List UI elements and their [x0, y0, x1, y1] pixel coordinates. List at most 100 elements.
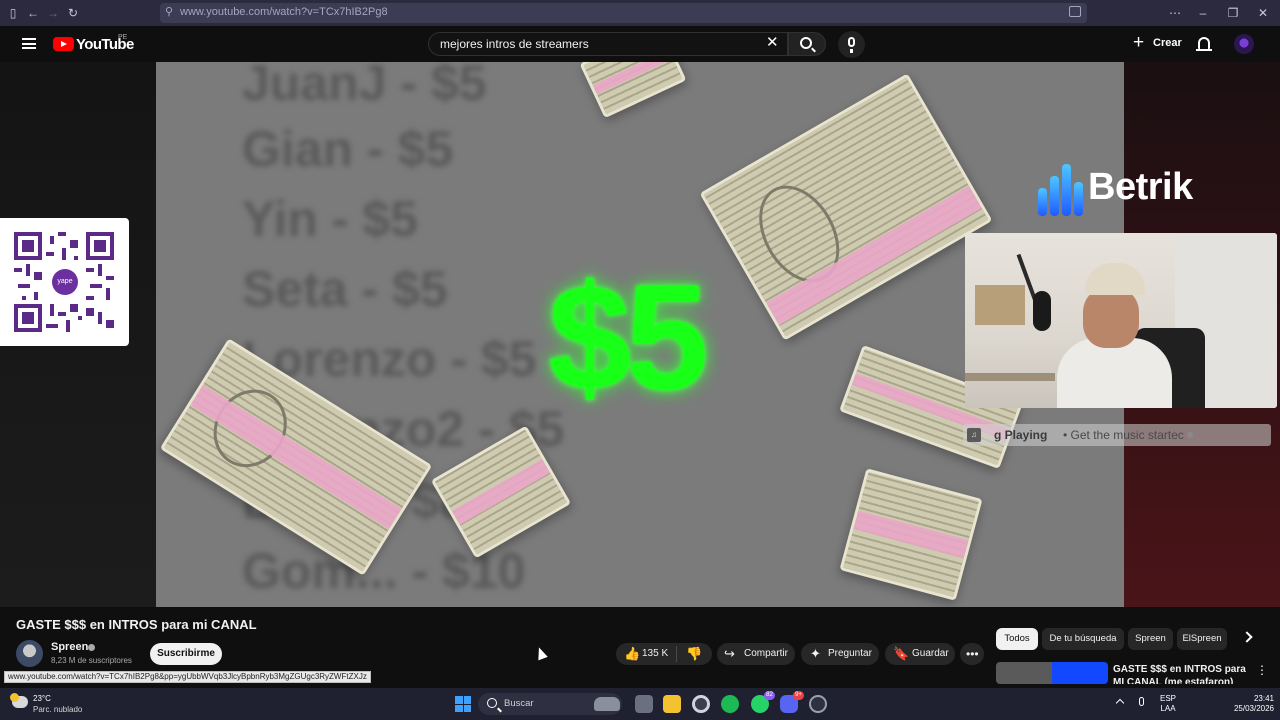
file-explorer-icon[interactable]: [663, 695, 681, 713]
clear-search-icon[interactable]: ✕: [766, 35, 779, 51]
language-indicator[interactable]: ESP LAA: [1160, 694, 1176, 714]
address-bar[interactable]: ⚲ www.youtube.com/watch?v=TCx7hIB2Pg8: [160, 3, 1087, 23]
channel-name[interactable]: Spreen: [51, 641, 88, 653]
country-code: PE: [118, 34, 128, 41]
windows-logo-pane: [463, 704, 471, 712]
streamer-face: [1083, 288, 1139, 348]
chevron-right-icon[interactable]: [1241, 631, 1253, 643]
menu-icon[interactable]: [22, 38, 36, 49]
date: 25/03/2026: [1233, 704, 1274, 713]
windows-logo-pane: [463, 696, 471, 704]
ask-button[interactable]: ✦ Preguntar: [801, 643, 879, 665]
subscriber-count: 8,23 M de suscriptores: [51, 656, 132, 665]
now-playing-widget: ♫ g Playing • Get the music startec: [963, 424, 1271, 446]
taskbar-search-label: Buscar: [504, 698, 534, 709]
taskbar: 23°C Parc. nublado Buscar 82 9+ ESP LAA …: [0, 688, 1280, 720]
video-title: GASTE $$$ en INTROS para mi CANAL: [16, 617, 257, 632]
chip-from-search[interactable]: De tu búsqueda: [1042, 628, 1124, 650]
subscribe-button[interactable]: Suscribirme: [150, 643, 222, 665]
youtube-header: YouTube PE mejores intros de streamers ✕…: [0, 26, 1280, 62]
forward-icon[interactable]: →: [44, 4, 62, 22]
keyboard-layout: LAA: [1160, 704, 1176, 713]
sponsor-name: Betrik: [1088, 166, 1193, 208]
yape-logo: yape: [52, 269, 78, 295]
discord-icon[interactable]: 9+: [780, 691, 804, 713]
recommendation-menu-icon[interactable]: ⋮: [1256, 664, 1268, 676]
status-dot-icon: [1187, 432, 1193, 438]
task-view-icon[interactable]: [635, 695, 653, 713]
recommendation-title[interactable]: GASTE $$$ en INTROS para MI CANAL (me es…: [1113, 663, 1248, 684]
more-actions-button[interactable]: •••: [960, 643, 984, 665]
taskbar-search[interactable]: Buscar: [478, 693, 622, 715]
back-icon[interactable]: ←: [24, 4, 42, 22]
donation-qr-card: yape: [0, 218, 129, 346]
like-count[interactable]: 135 K: [642, 643, 668, 665]
blurred-list-line: Seta - $5: [242, 261, 448, 317]
search-icon: [800, 37, 812, 49]
mouse-cursor: [534, 645, 548, 661]
browser-toolbar: ▯ ← → ↻ ⚲ www.youtube.com/watch?v=TCx7hI…: [0, 0, 1280, 26]
chip-spreen[interactable]: Spreen: [1128, 628, 1173, 650]
ask-label: Preguntar: [828, 648, 872, 659]
microphone-stand: [850, 49, 853, 53]
streamer-shirt: [1057, 338, 1172, 408]
video-player[interactable]: JuanJ - $5 Gian - $5 Yin - $5 Seta - $5 …: [0, 62, 1280, 607]
sidebar-toggle-icon[interactable]: ▯: [4, 4, 22, 22]
streamer-cap: [1085, 263, 1145, 295]
money-stack-image: [699, 73, 993, 341]
sponsor-logo-bar: [1050, 176, 1059, 216]
search-query: mejores intros de streamers: [440, 37, 589, 51]
account-avatar[interactable]: [1234, 34, 1254, 54]
weather-icon[interactable]: [10, 693, 28, 708]
spotify-icon[interactable]: [721, 695, 739, 713]
close-window-icon[interactable]: ✕: [1254, 4, 1272, 22]
whatsapp-badge: 82: [764, 691, 775, 700]
restore-icon[interactable]: ❐: [1224, 4, 1242, 22]
now-playing-subtitle-text: Get the music startec: [1070, 428, 1184, 442]
microphone-icon[interactable]: [1139, 697, 1144, 706]
dislike-button[interactable]: 👎: [686, 643, 702, 665]
search-highlight-icon: [594, 697, 620, 711]
app-icon[interactable]: [809, 695, 827, 713]
search-button[interactable]: [788, 32, 826, 56]
verified-badge-icon: [88, 644, 95, 651]
sponsor-logo-bar: [1062, 164, 1071, 216]
channel-avatar[interactable]: [16, 640, 43, 667]
share-icon: ↪: [724, 646, 735, 661]
start-button[interactable]: [455, 696, 471, 712]
browser-app-icon[interactable]: [692, 695, 710, 713]
clock[interactable]: 23:41 25/03/2026: [1222, 694, 1274, 714]
blurred-list-line: Gian - $5: [242, 121, 454, 177]
chip-elspreen[interactable]: ElSpreen: [1177, 628, 1227, 650]
windows-logo-pane: [455, 704, 463, 712]
share-button[interactable]: ↪ Compartir: [717, 643, 795, 665]
plus-icon: +: [1133, 32, 1145, 53]
notifications-bell-icon[interactable]: [1196, 37, 1212, 51]
chip-all[interactable]: Todos: [996, 628, 1038, 650]
microphone-icon: [1033, 291, 1051, 331]
temperature: 23°C: [33, 694, 51, 703]
whatsapp-icon[interactable]: 82: [751, 691, 775, 713]
reload-icon[interactable]: ↻: [64, 4, 82, 22]
site-info-icon[interactable]: ⚲: [165, 5, 173, 18]
like-button[interactable]: 👍: [624, 643, 640, 665]
voice-search-button[interactable]: [838, 31, 865, 58]
windows-logo-icon: [455, 696, 463, 704]
sparkle-icon: ✦: [810, 646, 821, 661]
reader-mode-icon[interactable]: [1069, 6, 1081, 17]
save-button[interactable]: 🔖 Guardar: [885, 643, 955, 665]
tray-overflow-icon[interactable]: [1115, 698, 1125, 708]
bookmark-icon: 🔖: [893, 646, 910, 661]
youtube-logo-icon[interactable]: [53, 37, 74, 51]
more-horizontal-icon: •••: [966, 647, 979, 661]
money-stack-image: [579, 62, 687, 119]
create-label: Crear: [1153, 37, 1182, 49]
language-code: ESP: [1160, 694, 1177, 703]
sponsor-logo-bar: [1074, 182, 1083, 216]
now-playing-title: g Playing: [994, 428, 1048, 442]
like-divider: [676, 646, 677, 662]
minimize-icon[interactable]: –: [1194, 4, 1212, 22]
more-menu-icon[interactable]: ⋯: [1166, 4, 1184, 22]
search-input[interactable]: mejores intros de streamers: [428, 32, 788, 56]
recommendation-thumbnail[interactable]: [996, 662, 1108, 684]
